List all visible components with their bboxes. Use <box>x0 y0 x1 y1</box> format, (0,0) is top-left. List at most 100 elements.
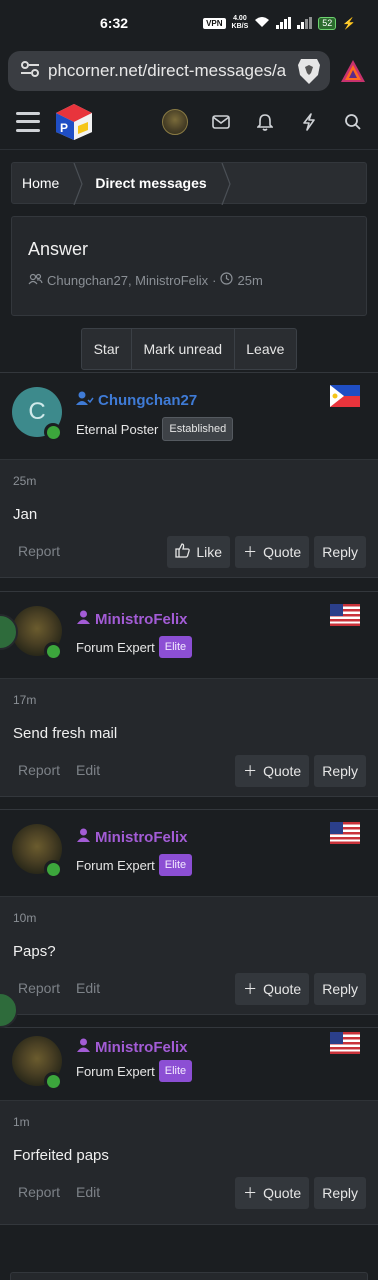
user-title-row: Forum Expert Elite <box>76 1060 193 1082</box>
message-user-header: MinistroFelix Forum Expert Elite <box>0 592 378 678</box>
message-body: 25m Jan Report Like ＋ Quote Reply <box>0 459 378 577</box>
report-link[interactable]: Report <box>18 762 60 778</box>
message-buttons: ＋ Quote Reply <box>235 1177 366 1209</box>
wifi-icon <box>254 16 270 30</box>
reply-editor-edge <box>10 1272 368 1280</box>
message-actions: Report Edit ＋ Quote Reply <box>0 1164 378 1220</box>
participants-list[interactable]: Chungchan27, MinistroFelix <box>47 273 208 288</box>
brave-shields-icon[interactable] <box>296 57 322 85</box>
conversation-meta: Chungchan27, MinistroFelix · 25m <box>28 272 350 288</box>
username-link[interactable]: MinistroFelix <box>76 1038 188 1056</box>
username-link[interactable]: Chungchan27 <box>76 391 197 409</box>
mark-unread-button[interactable]: Mark unread <box>132 329 235 369</box>
reply-button[interactable]: Reply <box>314 973 366 1005</box>
signal-icon <box>276 17 292 29</box>
philippines-flag-icon <box>330 385 360 407</box>
reply-button[interactable]: Reply <box>314 536 366 568</box>
conversation-header: Answer Chungchan27, MinistroFelix · 25m <box>11 216 367 316</box>
vpn-badge: VPN <box>203 17 226 29</box>
elite-user-icon <box>76 610 91 628</box>
quote-button[interactable]: ＋ Quote <box>235 536 310 568</box>
message-buttons: ＋ Quote Reply <box>235 973 366 1005</box>
message-body: 10m Paps? Report Edit ＋ Quote Reply <box>0 896 378 1014</box>
address-bar[interactable]: phcorner.net/direct-messages/a <box>8 51 330 91</box>
username[interactable]: MinistroFelix <box>95 1039 188 1056</box>
inbox-icon[interactable] <box>210 111 232 133</box>
network-speed: 4.00 KB/S <box>231 15 249 30</box>
clock-icon <box>220 272 234 288</box>
message-time[interactable]: 17m <box>0 679 378 707</box>
reply-button[interactable]: Reply <box>314 1177 366 1209</box>
charging-icon: ⚡ <box>342 17 356 30</box>
username[interactable]: Chungchan27 <box>98 392 197 409</box>
breadcrumb: Home Direct messages <box>11 162 367 205</box>
user-title: Eternal Poster <box>76 421 159 437</box>
bell-icon[interactable] <box>254 111 276 133</box>
report-link[interactable]: Report <box>18 980 60 996</box>
message-actions: Report Edit ＋ Quote Reply <box>0 742 378 798</box>
message-links: Report Edit <box>18 762 100 778</box>
account-avatar[interactable] <box>162 108 188 135</box>
site-settings-icon[interactable] <box>20 60 40 83</box>
lightning-icon[interactable] <box>298 111 320 133</box>
browser-toolbar: phcorner.net/direct-messages/a <box>0 46 378 94</box>
thumbs-up-icon <box>175 543 191 561</box>
user-title: Forum Expert <box>76 857 155 873</box>
online-indicator <box>44 642 62 660</box>
conversation-age: 25m <box>237 272 263 288</box>
report-link[interactable]: Report <box>18 543 60 559</box>
plus-icon: ＋ <box>243 544 258 560</box>
message-links: Report Edit <box>18 1184 100 1200</box>
quote-button[interactable]: ＋ Quote <box>235 755 310 787</box>
username[interactable]: MinistroFelix <box>95 829 188 846</box>
breadcrumb-separator <box>73 163 84 205</box>
username-link[interactable]: MinistroFelix <box>76 610 188 628</box>
status-bar: 6:32 VPN 4.00 KB/S 52 ⚡ <box>0 0 378 46</box>
edit-link[interactable]: Edit <box>76 980 100 996</box>
message-text: Send fresh mail <box>13 725 118 742</box>
message-actions: Report Edit ＋ Quote Reply <box>0 960 378 1016</box>
elite-user-icon <box>76 828 91 846</box>
user-title-row: Eternal Poster Established <box>76 417 234 441</box>
quote-button[interactable]: ＋ Quote <box>235 973 310 1005</box>
plus-icon: ＋ <box>243 981 258 997</box>
message-time[interactable]: 25m <box>0 460 378 488</box>
status-time: 6:32 <box>100 15 129 31</box>
url-text[interactable]: phcorner.net/direct-messages/a <box>48 61 288 81</box>
edit-link[interactable]: Edit <box>76 762 100 778</box>
breadcrumb-direct-messages[interactable]: Direct messages <box>83 163 220 203</box>
message-buttons: Like ＋ Quote Reply <box>167 536 366 568</box>
us-flag-icon <box>330 1032 360 1054</box>
menu-icon[interactable] <box>16 111 40 132</box>
quote-button[interactable]: ＋ Quote <box>235 1177 310 1209</box>
breadcrumb-home[interactable]: Home <box>12 163 73 203</box>
status-icons: VPN 4.00 KB/S 52 ⚡ <box>203 15 356 31</box>
online-indicator <box>44 423 62 441</box>
plus-icon: ＋ <box>243 763 258 779</box>
like-button[interactable]: Like <box>167 536 231 568</box>
username-link[interactable]: MinistroFelix <box>76 828 188 846</box>
message-text: Paps? <box>13 943 56 960</box>
edit-link[interactable]: Edit <box>76 1184 100 1200</box>
message-item: MinistroFelix Forum Expert Elite 10m Pap… <box>0 809 378 1015</box>
username[interactable]: MinistroFelix <box>95 611 188 628</box>
search-icon[interactable] <box>342 111 364 133</box>
leave-button[interactable]: Leave <box>235 329 296 369</box>
breadcrumb-separator <box>221 163 231 205</box>
message-time[interactable]: 10m <box>0 897 378 925</box>
staff-user-icon <box>76 391 94 409</box>
message-time[interactable]: 1m <box>0 1101 378 1129</box>
message-text: Jan <box>13 506 38 523</box>
message-buttons: ＋ Quote Reply <box>235 755 366 787</box>
header-icons <box>162 108 364 135</box>
star-button[interactable]: Star <box>82 329 132 369</box>
message-actions: Report Like ＋ Quote Reply <box>0 523 378 579</box>
message-user-header: C Chungchan27 Eternal Poster Established <box>0 373 378 459</box>
plus-icon: ＋ <box>243 1185 258 1201</box>
site-logo[interactable]: P <box>54 102 94 142</box>
brave-rewards-icon[interactable] <box>338 59 368 83</box>
message-item: MinistroFelix Forum Expert Elite 17m Sen… <box>0 591 378 797</box>
report-link[interactable]: Report <box>18 1184 60 1200</box>
reply-button[interactable]: Reply <box>314 755 366 787</box>
message-links: Report Edit <box>18 980 100 996</box>
